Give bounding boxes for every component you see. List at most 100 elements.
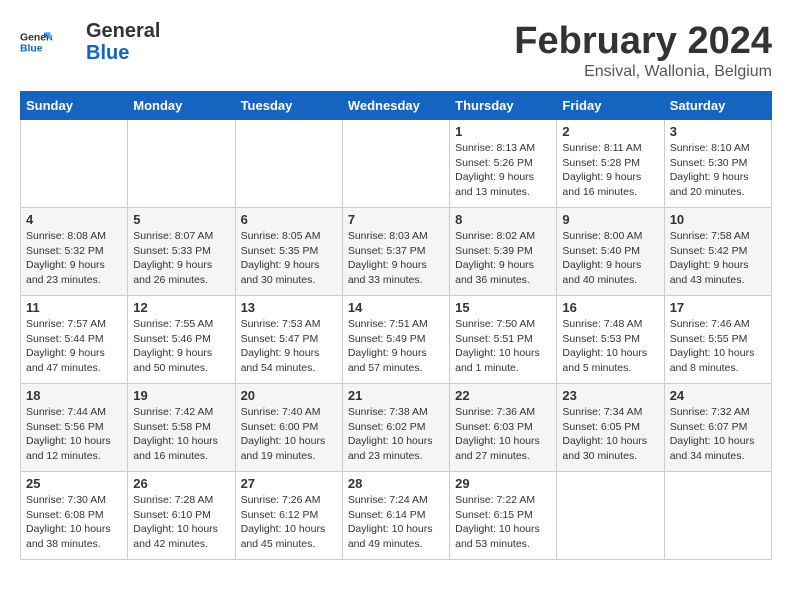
day-number: 27 — [241, 476, 337, 491]
calendar-cell: 14Sunrise: 7:51 AM Sunset: 5:49 PM Dayli… — [342, 296, 449, 384]
calendar-table: SundayMondayTuesdayWednesdayThursdayFrid… — [20, 91, 772, 560]
day-info: Sunrise: 8:05 AM Sunset: 5:35 PM Dayligh… — [241, 229, 337, 288]
day-info: Sunrise: 7:42 AM Sunset: 5:58 PM Dayligh… — [133, 405, 229, 464]
day-number: 15 — [455, 300, 551, 315]
day-info: Sunrise: 7:58 AM Sunset: 5:42 PM Dayligh… — [670, 229, 766, 288]
day-info: Sunrise: 8:03 AM Sunset: 5:37 PM Dayligh… — [348, 229, 444, 288]
calendar-cell: 23 Sunrise: 7:34 AM Sunset: 6:05 PM Dayli… — [557, 384, 664, 472]
calendar-body: 1 Sunrise: 8:13 AM Sunset: 5:26 PM Daylig… — [21, 120, 772, 560]
day-number: 19 — [133, 388, 229, 403]
calendar-week-0: 1 Sunrise: 8:13 AM Sunset: 5:26 PM Daylig… — [21, 120, 772, 208]
day-info: Sunrise: 7:48 AM Sunset: 5:53 PM Dayligh… — [562, 317, 658, 376]
weekday-header-thursday: Thursday — [450, 92, 557, 120]
calendar-cell: 6Sunrise: 8:05 AM Sunset: 5:35 PM Daylig… — [235, 208, 342, 296]
day-number: 9 — [562, 212, 658, 227]
day-info: Sunrise: 7:53 AM Sunset: 5:47 PM Dayligh… — [241, 317, 337, 376]
day-number: 12 — [133, 300, 229, 315]
calendar-week-1: 4 Sunrise: 8:08 AM Sunset: 5:32 PM Daylig… — [21, 208, 772, 296]
day-info: Sunrise: 7:50 AM Sunset: 5:51 PM Dayligh… — [455, 317, 551, 376]
calendar-cell: 26 Sunrise: 7:28 AM Sunset: 6:10 PM Dayli… — [128, 472, 235, 560]
calendar-cell: 15 Sunrise: 7:50 AM Sunset: 5:51 PM Dayli… — [450, 296, 557, 384]
header: General Blue General Blue February 2024 … — [20, 20, 772, 81]
calendar-cell: 17 Sunrise: 7:46 AM Sunset: 5:55 PM Dayli… — [664, 296, 771, 384]
day-info: Sunrise: 8:08 AM Sunset: 5:32 PM Dayligh… — [26, 229, 122, 288]
calendar-cell — [342, 120, 449, 208]
day-info: Sunrise: 7:46 AM Sunset: 5:55 PM Dayligh… — [670, 317, 766, 376]
day-number: 4 — [26, 212, 122, 227]
calendar-cell: 1 Sunrise: 8:13 AM Sunset: 5:26 PM Daylig… — [450, 120, 557, 208]
location: Ensival, Wallonia, Belgium — [514, 63, 772, 81]
calendar-cell: 7 Sunrise: 8:03 AM Sunset: 5:37 PM Daylig… — [342, 208, 449, 296]
calendar-cell: 8 Sunrise: 8:02 AM Sunset: 5:39 PM Daylig… — [450, 208, 557, 296]
calendar-cell: 16 Sunrise: 7:48 AM Sunset: 5:53 PM Dayli… — [557, 296, 664, 384]
day-number: 2 — [562, 124, 658, 139]
day-number: 18 — [26, 388, 122, 403]
calendar-cell: 19 Sunrise: 7:42 AM Sunset: 5:58 PM Dayli… — [128, 384, 235, 472]
day-info: Sunrise: 7:55 AM Sunset: 5:46 PM Dayligh… — [133, 317, 229, 376]
day-number: 14 — [348, 300, 444, 315]
day-info: Sunrise: 8:00 AM Sunset: 5:40 PM Dayligh… — [562, 229, 658, 288]
calendar-cell: 20Sunrise: 7:40 AM Sunset: 6:00 PM Dayli… — [235, 384, 342, 472]
day-number: 22 — [455, 388, 551, 403]
calendar-cell — [557, 472, 664, 560]
day-info: Sunrise: 7:38 AM Sunset: 6:02 PM Dayligh… — [348, 405, 444, 464]
weekday-header-sunday: Sunday — [21, 92, 128, 120]
day-number: 3 — [670, 124, 766, 139]
day-number: 10 — [670, 212, 766, 227]
calendar-cell: 2 Sunrise: 8:11 AM Sunset: 5:28 PM Daylig… — [557, 120, 664, 208]
day-info: Sunrise: 8:13 AM Sunset: 5:26 PM Dayligh… — [455, 141, 551, 200]
weekday-header-wednesday: Wednesday — [342, 92, 449, 120]
day-number: 24 — [670, 388, 766, 403]
day-info: Sunrise: 8:11 AM Sunset: 5:28 PM Dayligh… — [562, 141, 658, 200]
day-number: 20 — [241, 388, 337, 403]
day-info: Sunrise: 7:57 AM Sunset: 5:44 PM Dayligh… — [26, 317, 122, 376]
logo-blue-text: Blue — [86, 42, 160, 64]
calendar-cell — [235, 120, 342, 208]
day-number: 7 — [348, 212, 444, 227]
logo: General Blue General Blue — [20, 20, 160, 64]
calendar-cell: 18 Sunrise: 7:44 AM Sunset: 5:56 PM Dayli… — [21, 384, 128, 472]
day-info: Sunrise: 7:28 AM Sunset: 6:10 PM Dayligh… — [133, 493, 229, 552]
day-number: 17 — [670, 300, 766, 315]
day-info: Sunrise: 7:30 AM Sunset: 6:08 PM Dayligh… — [26, 493, 122, 552]
day-number: 29 — [455, 476, 551, 491]
day-number: 16 — [562, 300, 658, 315]
day-number: 8 — [455, 212, 551, 227]
weekday-header-saturday: Saturday — [664, 92, 771, 120]
logo-icon: General Blue — [20, 26, 52, 58]
day-number: 23 — [562, 388, 658, 403]
logo-general-text: General — [86, 20, 160, 42]
calendar-cell: 10 Sunrise: 7:58 AM Sunset: 5:42 PM Dayli… — [664, 208, 771, 296]
calendar-cell: 4 Sunrise: 8:08 AM Sunset: 5:32 PM Daylig… — [21, 208, 128, 296]
weekday-header-row: SundayMondayTuesdayWednesdayThursdayFrid… — [21, 92, 772, 120]
day-number: 1 — [455, 124, 551, 139]
calendar-week-3: 18 Sunrise: 7:44 AM Sunset: 5:56 PM Dayli… — [21, 384, 772, 472]
day-info: Sunrise: 7:44 AM Sunset: 5:56 PM Dayligh… — [26, 405, 122, 464]
calendar-cell: 27 Sunrise: 7:26 AM Sunset: 6:12 PM Dayli… — [235, 472, 342, 560]
calendar-cell — [128, 120, 235, 208]
day-info: Sunrise: 8:10 AM Sunset: 5:30 PM Dayligh… — [670, 141, 766, 200]
day-number: 28 — [348, 476, 444, 491]
month-title: February 2024 — [514, 20, 772, 63]
day-info: Sunrise: 8:02 AM Sunset: 5:39 PM Dayligh… — [455, 229, 551, 288]
calendar-week-4: 25 Sunrise: 7:30 AM Sunset: 6:08 PM Dayli… — [21, 472, 772, 560]
calendar-cell: 13Sunrise: 7:53 AM Sunset: 5:47 PM Dayli… — [235, 296, 342, 384]
day-info: Sunrise: 7:22 AM Sunset: 6:15 PM Dayligh… — [455, 493, 551, 552]
day-number: 11 — [26, 300, 122, 315]
day-info: Sunrise: 7:34 AM Sunset: 6:05 PM Dayligh… — [562, 405, 658, 464]
day-info: Sunrise: 7:26 AM Sunset: 6:12 PM Dayligh… — [241, 493, 337, 552]
calendar-cell: 29 Sunrise: 7:22 AM Sunset: 6:15 PM Dayli… — [450, 472, 557, 560]
calendar-cell: 9 Sunrise: 8:00 AM Sunset: 5:40 PM Daylig… — [557, 208, 664, 296]
calendar-cell: 28 Sunrise: 7:24 AM Sunset: 6:14 PM Dayli… — [342, 472, 449, 560]
day-info: Sunrise: 8:07 AM Sunset: 5:33 PM Dayligh… — [133, 229, 229, 288]
weekday-header-friday: Friday — [557, 92, 664, 120]
calendar-cell — [664, 472, 771, 560]
calendar-cell: 25 Sunrise: 7:30 AM Sunset: 6:08 PM Dayli… — [21, 472, 128, 560]
day-number: 25 — [26, 476, 122, 491]
day-info: Sunrise: 7:36 AM Sunset: 6:03 PM Dayligh… — [455, 405, 551, 464]
day-number: 26 — [133, 476, 229, 491]
weekday-header-monday: Monday — [128, 92, 235, 120]
calendar-cell: 24Sunrise: 7:32 AM Sunset: 6:07 PM Dayli… — [664, 384, 771, 472]
calendar-cell: 21Sunrise: 7:38 AM Sunset: 6:02 PM Dayli… — [342, 384, 449, 472]
day-info: Sunrise: 7:24 AM Sunset: 6:14 PM Dayligh… — [348, 493, 444, 552]
